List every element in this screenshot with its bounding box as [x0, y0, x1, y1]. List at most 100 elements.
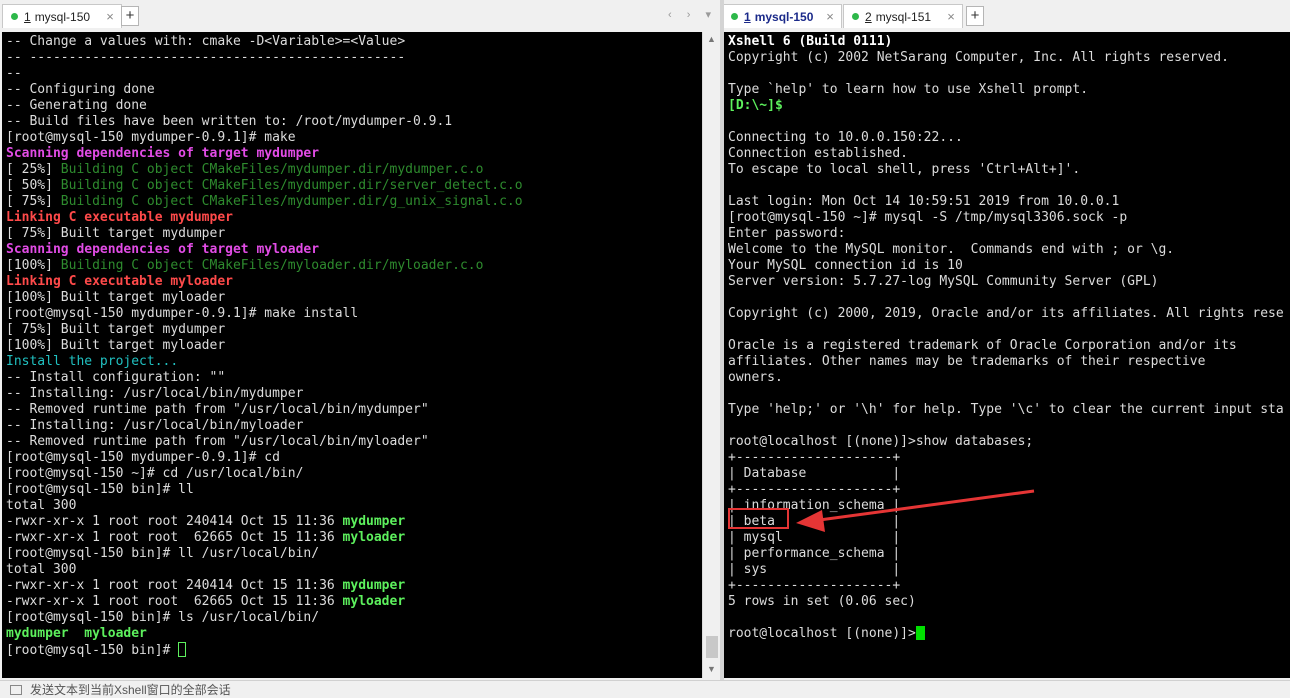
terminal-line: [root@mysql-150 mydumper-0.9.1]# cd — [6, 450, 702, 466]
terminal-line: [ 50%] Building C object CMakeFiles/mydu… — [6, 178, 702, 194]
tab-nav-arrows-icon[interactable]: ‹ › ▾ — [668, 8, 717, 21]
terminal-text: -rwxr-xr-x 1 root root 62665 Oct 15 11:3… — [6, 594, 343, 609]
terminal-text: Last login: Mon Oct 14 10:59:51 2019 fro… — [728, 194, 1120, 209]
terminal-line: -- Change a values with: cmake -D<Variab… — [6, 34, 702, 50]
terminal-text: Connection established. — [728, 146, 909, 161]
terminal-text: +--------------------+ — [728, 450, 901, 465]
terminal-text: | Database | — [728, 466, 901, 481]
terminal-text: +--------------------+ — [728, 578, 901, 593]
scrollbar-thumb[interactable] — [706, 636, 718, 658]
tab-mysql-150-left[interactable]: 1 mysql-150 × — [2, 4, 122, 28]
terminal-left[interactable]: -- Change a values with: cmake -D<Variab… — [2, 32, 702, 678]
tab-mysql-150-right[interactable]: 1 mysql-150 × — [722, 4, 842, 28]
terminal-line: root@localhost [(none)]>show databases; — [728, 434, 1290, 450]
terminal-text: affiliates. Other names may be trademark… — [728, 354, 1206, 369]
terminal-text: [root@mysql-150 mydumper-0.9.1]# make in… — [6, 306, 359, 321]
terminal-text: -- Generating done — [6, 98, 147, 113]
terminal-text: -- -------------------------------------… — [6, 50, 406, 65]
terminal-text: | sys | — [728, 562, 901, 577]
scroll-down-icon[interactable]: ▼ — [707, 664, 716, 674]
terminal-line: [root@mysql-150 mydumper-0.9.1]# make — [6, 130, 702, 146]
terminal-line: -- -------------------------------------… — [6, 50, 702, 66]
terminal-text: 5 rows in set (0.06 sec) — [728, 594, 916, 609]
terminal-line: | performance_schema | — [728, 546, 1290, 562]
status-text: 发送文本到当前Xshell窗口的全部会话 — [30, 683, 231, 697]
tab-mysql-151[interactable]: 2 mysql-151 × — [843, 4, 963, 28]
connected-status-icon — [731, 13, 738, 20]
terminal-line: Your MySQL connection id is 10 — [728, 258, 1290, 274]
tab-number: 2 — [865, 9, 872, 24]
terminal-text: [root@mysql-150 mydumper-0.9.1]# make — [6, 130, 296, 145]
terminal-text: -- — [6, 66, 22, 81]
terminal-line: +--------------------+ — [728, 450, 1290, 466]
terminal-text: Linking C executable myloader — [6, 274, 233, 289]
terminal-text: -- Installing: /usr/local/bin/myloader — [6, 418, 304, 433]
terminal-line: -- Installing: /usr/local/bin/mydumper — [6, 386, 702, 402]
tab-label: mysql-151 — [875, 9, 932, 24]
terminal-text: Building C object CMakeFiles/myloader.di… — [60, 258, 484, 273]
terminal-text: [ 25%] — [6, 162, 61, 177]
terminal-line: -- Removed runtime path from "/usr/local… — [6, 434, 702, 450]
terminal-text: [root@mysql-150 ~]# cd /usr/local/bin/ — [6, 466, 304, 481]
terminal-line: total 300 — [6, 562, 702, 578]
terminal-line: Last login: Mon Oct 14 10:59:51 2019 fro… — [728, 194, 1290, 210]
terminal-line: | mysql | — [728, 530, 1290, 546]
terminal-text: myloader — [342, 530, 406, 545]
terminal-line: Copyright (c) 2000, 2019, Oracle and/or … — [728, 306, 1290, 322]
left-tab-strip: 1 mysql-150 × + ‹ › ▾ — [0, 0, 720, 32]
scroll-up-icon[interactable]: ▲ — [707, 34, 716, 44]
send-to-all-icon[interactable] — [10, 684, 22, 695]
terminal-text: root@localhost [(none)]> — [728, 626, 916, 641]
terminal-line: -- Installing: /usr/local/bin/myloader — [6, 418, 702, 434]
terminal-line: | information_schema | — [728, 498, 1290, 514]
terminal-text: -- Install configuration: "" — [6, 370, 226, 385]
terminal-text: +--------------------+ — [728, 482, 901, 497]
terminal-line: Oracle is a registered trademark of Orac… — [728, 338, 1290, 354]
tab-number: 1 — [24, 9, 31, 24]
add-tab-button[interactable]: + — [121, 6, 139, 26]
terminal-text: Scanning dependencies of target myloader — [6, 242, 320, 257]
terminal-line: Xshell 6 (Build 0111) — [728, 34, 1290, 50]
terminal-text: mydumper myloader — [6, 626, 147, 641]
terminal-right[interactable]: Xshell 6 (Build 0111) Copyright (c) 2002 … — [724, 32, 1290, 678]
terminal-line: | sys | — [728, 562, 1290, 578]
terminal-text: Building C object CMakeFiles/mydumper.di… — [60, 162, 484, 177]
terminal-text: | performance_schema | — [728, 546, 901, 561]
terminal-line: -- Removed runtime path from "/usr/local… — [6, 402, 702, 418]
terminal-line: To escape to local shell, press 'Ctrl+Al… — [728, 162, 1290, 178]
terminal-text: Linking C executable mydumper — [6, 210, 233, 225]
terminal-text: -rwxr-xr-x 1 root root 62665 Oct 15 11:3… — [6, 530, 343, 545]
terminal-text: Server version: 5.7.27-log MySQL Communi… — [728, 274, 1159, 289]
terminal-line: Connecting to 10.0.0.150:22... — [728, 130, 1290, 146]
terminal-line: [ 75%] Built target mydumper — [6, 322, 702, 338]
terminal-text: [100%] Built target myloader — [6, 338, 226, 353]
close-tab-icon[interactable]: × — [944, 9, 958, 24]
terminal-text: total 300 — [6, 498, 77, 513]
terminal-text: Type `help' to learn how to use Xshell p… — [728, 82, 1089, 97]
terminal-text: -- Installing: /usr/local/bin/mydumper — [6, 386, 304, 401]
terminal-line: affiliates. Other names may be trademark… — [728, 354, 1290, 370]
terminal-text: [root@mysql-150 bin]# ll /usr/local/bin/ — [6, 546, 320, 561]
close-tab-icon[interactable]: × — [103, 9, 117, 24]
add-tab-button[interactable]: + — [966, 6, 984, 26]
terminal-line: [ 25%] Building C object CMakeFiles/mydu… — [6, 162, 702, 178]
terminal-text: [100%] Built target myloader — [6, 290, 226, 305]
terminal-scrollbar[interactable]: ▲ ▼ — [702, 32, 720, 678]
terminal-text: total 300 — [6, 562, 77, 577]
terminal-line: Server version: 5.7.27-log MySQL Communi… — [728, 274, 1290, 290]
terminal-text: mydumper — [342, 514, 406, 529]
terminal-cursor — [915, 626, 925, 640]
highlight-box-beta — [728, 508, 789, 529]
terminal-text: [ 75%] Built target mydumper — [6, 226, 226, 241]
terminal-line: [root@mysql-150 mydumper-0.9.1]# make in… — [6, 306, 702, 322]
terminal-text: Building C object CMakeFiles/mydumper.di… — [60, 178, 523, 193]
terminal-text: Enter password: — [728, 226, 846, 241]
close-tab-icon[interactable]: × — [823, 9, 837, 24]
terminal-line: Type `help' to learn how to use Xshell p… — [728, 82, 1290, 98]
terminal-line: Copyright (c) 2002 NetSarang Computer, I… — [728, 50, 1290, 66]
